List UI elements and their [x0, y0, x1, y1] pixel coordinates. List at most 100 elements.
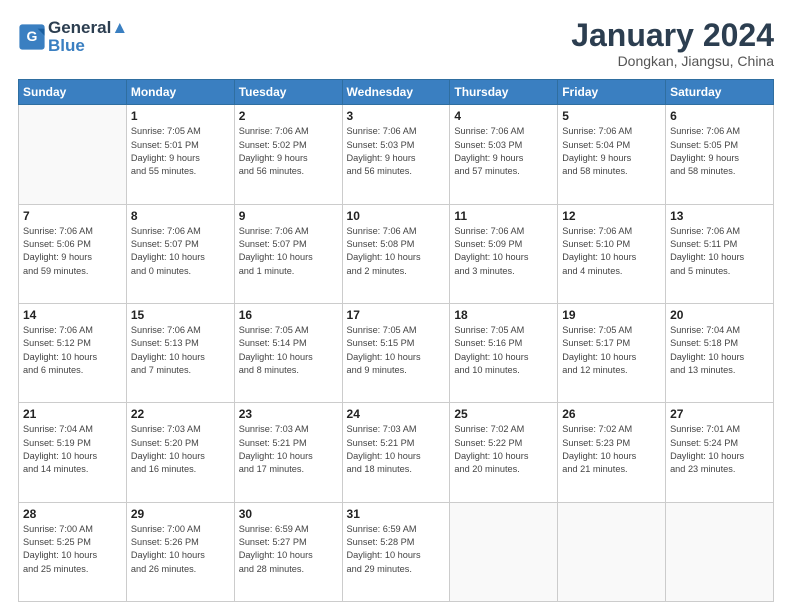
calendar-week-row: 21 Sunrise: 7:04 AM Sunset: 5:19 PM Dayli…	[19, 403, 774, 502]
weekday-header-cell: Saturday	[666, 80, 774, 105]
calendar-day-cell: 30 Sunrise: 6:59 AM Sunset: 5:27 PM Dayli…	[234, 502, 342, 601]
day-info: Sunrise: 7:04 AM Sunset: 5:19 PM Dayligh…	[23, 423, 122, 476]
calendar-day-cell: 6Sunrise: 7:06 AM Sunset: 5:05 PM Daylig…	[666, 105, 774, 204]
day-info: Sunrise: 7:06 AM Sunset: 5:10 PM Dayligh…	[562, 225, 661, 278]
day-info: Sunrise: 7:04 AM Sunset: 5:18 PM Dayligh…	[670, 324, 769, 377]
day-info: Sunrise: 7:05 AM Sunset: 5:15 PM Dayligh…	[347, 324, 446, 377]
calendar-day-cell	[666, 502, 774, 601]
day-number: 21	[23, 407, 122, 421]
calendar-day-cell: 25 Sunrise: 7:02 AM Sunset: 5:22 PM Dayli…	[450, 403, 558, 502]
title-block: January 2024 Dongkan, Jiangsu, China	[571, 18, 774, 69]
day-number: 4	[454, 109, 553, 123]
weekday-header-cell: Friday	[558, 80, 666, 105]
calendar-day-cell: 4 Sunrise: 7:06 AM Sunset: 5:03 PM Daylig…	[450, 105, 558, 204]
calendar-day-cell: 13Sunrise: 7:06 AM Sunset: 5:11 PM Dayli…	[666, 204, 774, 303]
logo: G General▲ Blue	[18, 18, 128, 56]
calendar-body: 1 Sunrise: 7:05 AM Sunset: 5:01 PM Daylig…	[19, 105, 774, 602]
calendar-day-cell: 8 Sunrise: 7:06 AM Sunset: 5:07 PM Daylig…	[126, 204, 234, 303]
day-info: Sunrise: 6:59 AM Sunset: 5:27 PM Dayligh…	[239, 523, 338, 576]
day-number: 2	[239, 109, 338, 123]
day-number: 12	[562, 209, 661, 223]
svg-text:G: G	[27, 28, 38, 44]
day-number: 26	[562, 407, 661, 421]
calendar-week-row: 1 Sunrise: 7:05 AM Sunset: 5:01 PM Daylig…	[19, 105, 774, 204]
calendar-day-cell: 1 Sunrise: 7:05 AM Sunset: 5:01 PM Daylig…	[126, 105, 234, 204]
header: G General▲ Blue January 2024 Dongkan, Ji…	[18, 18, 774, 69]
calendar-day-cell: 12 Sunrise: 7:06 AM Sunset: 5:10 PM Dayli…	[558, 204, 666, 303]
day-number: 11	[454, 209, 553, 223]
day-info: Sunrise: 7:03 AM Sunset: 5:21 PM Dayligh…	[239, 423, 338, 476]
day-info: Sunrise: 7:06 AM Sunset: 5:03 PM Dayligh…	[347, 125, 446, 178]
day-number: 16	[239, 308, 338, 322]
day-number: 8	[131, 209, 230, 223]
weekday-header-cell: Tuesday	[234, 80, 342, 105]
calendar-week-row: 7 Sunrise: 7:06 AM Sunset: 5:06 PM Daylig…	[19, 204, 774, 303]
day-number: 27	[670, 407, 769, 421]
calendar-table: SundayMondayTuesdayWednesdayThursdayFrid…	[18, 79, 774, 602]
calendar-day-cell	[450, 502, 558, 601]
weekday-header-cell: Monday	[126, 80, 234, 105]
logo-icon: G	[18, 23, 46, 51]
calendar-day-cell: 16Sunrise: 7:05 AM Sunset: 5:14 PM Dayli…	[234, 303, 342, 402]
weekday-header-cell: Sunday	[19, 80, 127, 105]
day-info: Sunrise: 7:06 AM Sunset: 5:07 PM Dayligh…	[239, 225, 338, 278]
calendar-day-cell: 24Sunrise: 7:03 AM Sunset: 5:21 PM Dayli…	[342, 403, 450, 502]
day-number: 25	[454, 407, 553, 421]
calendar-day-cell: 31Sunrise: 6:59 AM Sunset: 5:28 PM Dayli…	[342, 502, 450, 601]
calendar-week-row: 28Sunrise: 7:00 AM Sunset: 5:25 PM Dayli…	[19, 502, 774, 601]
calendar-day-cell: 28Sunrise: 7:00 AM Sunset: 5:25 PM Dayli…	[19, 502, 127, 601]
calendar-day-cell: 5 Sunrise: 7:06 AM Sunset: 5:04 PM Daylig…	[558, 105, 666, 204]
calendar-day-cell: 29Sunrise: 7:00 AM Sunset: 5:26 PM Dayli…	[126, 502, 234, 601]
day-number: 14	[23, 308, 122, 322]
calendar-day-cell: 17Sunrise: 7:05 AM Sunset: 5:15 PM Dayli…	[342, 303, 450, 402]
calendar-day-cell: 19 Sunrise: 7:05 AM Sunset: 5:17 PM Dayli…	[558, 303, 666, 402]
location: Dongkan, Jiangsu, China	[571, 53, 774, 69]
day-info: Sunrise: 7:00 AM Sunset: 5:26 PM Dayligh…	[131, 523, 230, 576]
day-info: Sunrise: 7:06 AM Sunset: 5:04 PM Dayligh…	[562, 125, 661, 178]
day-number: 18	[454, 308, 553, 322]
calendar-day-cell: 11 Sunrise: 7:06 AM Sunset: 5:09 PM Dayli…	[450, 204, 558, 303]
calendar-day-cell: 14 Sunrise: 7:06 AM Sunset: 5:12 PM Dayli…	[19, 303, 127, 402]
day-number: 6	[670, 109, 769, 123]
day-number: 20	[670, 308, 769, 322]
weekday-header-cell: Thursday	[450, 80, 558, 105]
day-number: 31	[347, 507, 446, 521]
day-info: Sunrise: 7:05 AM Sunset: 5:16 PM Dayligh…	[454, 324, 553, 377]
day-number: 28	[23, 507, 122, 521]
day-number: 5	[562, 109, 661, 123]
calendar-day-cell: 10Sunrise: 7:06 AM Sunset: 5:08 PM Dayli…	[342, 204, 450, 303]
day-number: 1	[131, 109, 230, 123]
page: G General▲ Blue January 2024 Dongkan, Ji…	[0, 0, 792, 612]
day-info: Sunrise: 7:02 AM Sunset: 5:22 PM Dayligh…	[454, 423, 553, 476]
day-info: Sunrise: 7:06 AM Sunset: 5:12 PM Dayligh…	[23, 324, 122, 377]
month-title: January 2024	[571, 18, 774, 53]
day-info: Sunrise: 7:06 AM Sunset: 5:07 PM Dayligh…	[131, 225, 230, 278]
weekday-header-cell: Wednesday	[342, 80, 450, 105]
day-number: 15	[131, 308, 230, 322]
day-number: 19	[562, 308, 661, 322]
calendar-day-cell: 20 Sunrise: 7:04 AM Sunset: 5:18 PM Dayli…	[666, 303, 774, 402]
weekday-header: SundayMondayTuesdayWednesdayThursdayFrid…	[19, 80, 774, 105]
day-info: Sunrise: 7:06 AM Sunset: 5:03 PM Dayligh…	[454, 125, 553, 178]
day-info: Sunrise: 7:06 AM Sunset: 5:09 PM Dayligh…	[454, 225, 553, 278]
day-info: Sunrise: 7:05 AM Sunset: 5:17 PM Dayligh…	[562, 324, 661, 377]
calendar-week-row: 14 Sunrise: 7:06 AM Sunset: 5:12 PM Dayli…	[19, 303, 774, 402]
calendar-day-cell	[19, 105, 127, 204]
logo-text: General▲ Blue	[48, 18, 128, 56]
day-info: Sunrise: 7:03 AM Sunset: 5:20 PM Dayligh…	[131, 423, 230, 476]
calendar-day-cell: 18 Sunrise: 7:05 AM Sunset: 5:16 PM Dayli…	[450, 303, 558, 402]
calendar-day-cell: 9 Sunrise: 7:06 AM Sunset: 5:07 PM Daylig…	[234, 204, 342, 303]
day-info: Sunrise: 7:05 AM Sunset: 5:01 PM Dayligh…	[131, 125, 230, 178]
calendar-day-cell: 7 Sunrise: 7:06 AM Sunset: 5:06 PM Daylig…	[19, 204, 127, 303]
day-number: 9	[239, 209, 338, 223]
calendar-day-cell: 21 Sunrise: 7:04 AM Sunset: 5:19 PM Dayli…	[19, 403, 127, 502]
day-info: Sunrise: 7:06 AM Sunset: 5:08 PM Dayligh…	[347, 225, 446, 278]
day-info: Sunrise: 7:06 AM Sunset: 5:06 PM Dayligh…	[23, 225, 122, 278]
calendar-day-cell: 23Sunrise: 7:03 AM Sunset: 5:21 PM Dayli…	[234, 403, 342, 502]
day-number: 7	[23, 209, 122, 223]
calendar-day-cell: 27 Sunrise: 7:01 AM Sunset: 5:24 PM Dayli…	[666, 403, 774, 502]
day-info: Sunrise: 7:06 AM Sunset: 5:11 PM Dayligh…	[670, 225, 769, 278]
day-number: 30	[239, 507, 338, 521]
day-info: Sunrise: 7:01 AM Sunset: 5:24 PM Dayligh…	[670, 423, 769, 476]
day-info: Sunrise: 7:06 AM Sunset: 5:13 PM Dayligh…	[131, 324, 230, 377]
